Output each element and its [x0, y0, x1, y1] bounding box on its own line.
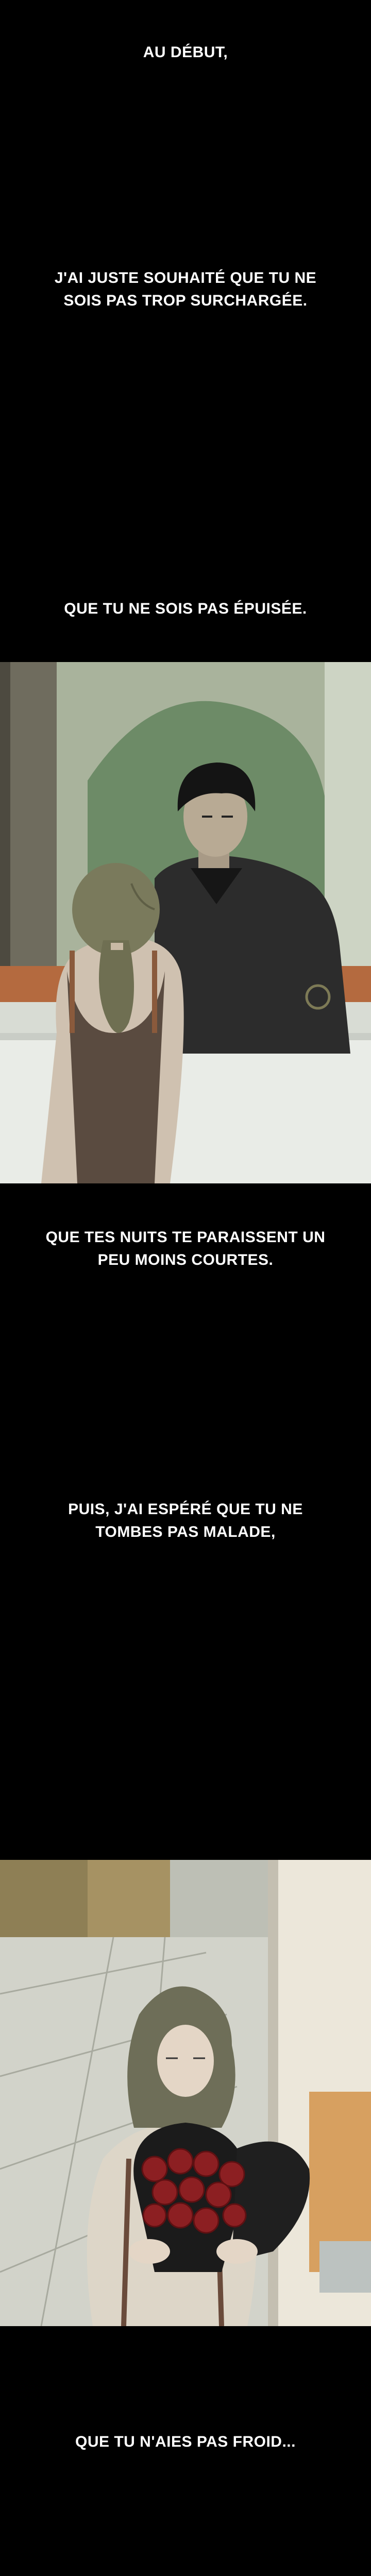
caption-froid: QUE TU N'AIES PAS FROID...: [75, 2433, 296, 2450]
caption-surchargee: J'AI JUSTE SOUHAITÉ QUE TU NE SOIS PAS T…: [54, 269, 317, 309]
caption-epuisee: QUE TU NE SOIS PAS ÉPUISÉE.: [64, 600, 307, 617]
caption-tombes-malade: PUIS, J'AI ESPÉRÉ QUE TU NE TOMBES PAS M…: [68, 1501, 303, 1540]
caption-au-debut: AU DÉBUT,: [143, 44, 228, 61]
comic-panel-rose-bouquet: [0, 1860, 371, 2326]
caption-nuits-courtes: QUE TES NUITS TE PARAISSENT UN PEU MOINS…: [45, 1229, 326, 1268]
rose-bouquet-illustration: [0, 1860, 371, 2326]
comic-panel-counter-scene: [0, 662, 371, 1183]
counter-scene-illustration: [0, 662, 371, 1183]
